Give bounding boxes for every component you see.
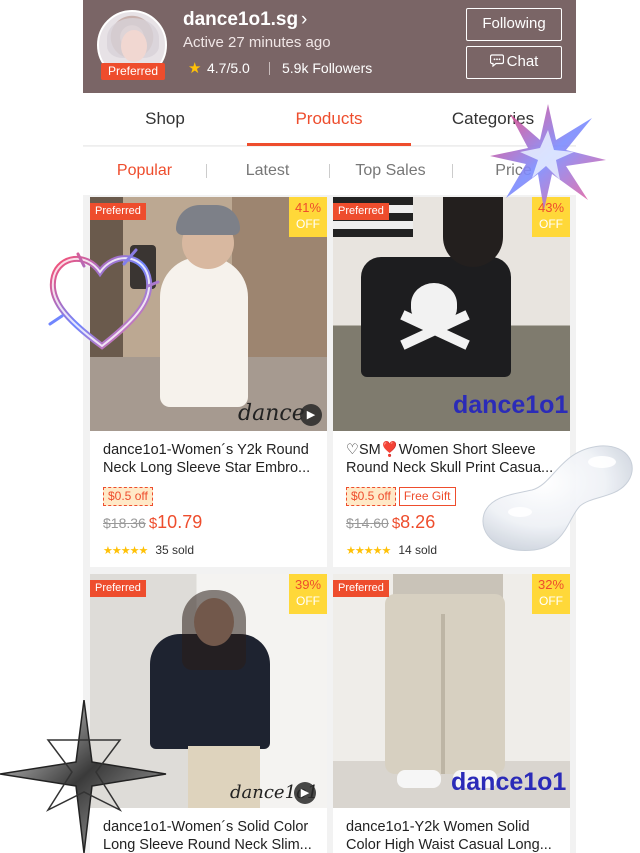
sale-price: 8.26	[400, 512, 436, 532]
discount-off: OFF	[296, 217, 320, 231]
chevron-right-icon[interactable]: ›	[301, 9, 307, 31]
silver-star-sticker	[0, 700, 167, 853]
voucher-tag: $0.5 off	[103, 487, 153, 506]
sold-count: 14 sold	[398, 543, 438, 557]
avatar-face	[121, 30, 147, 62]
discount-badge: 32% OFF	[532, 574, 570, 614]
product-image[interactable]: Preferred 43% OFF dance1o1	[333, 197, 570, 431]
rating-sold-row: ★★★★★ 35 sold	[103, 543, 194, 557]
free-gift-tag: Free Gift	[398, 487, 456, 506]
discount-off: OFF	[296, 594, 320, 608]
rating-stars-icon: ★★★★★	[103, 545, 148, 557]
original-price: $14.60	[346, 515, 389, 531]
currency-symbol: $	[391, 515, 401, 532]
discount-off: OFF	[539, 594, 563, 608]
active-status: Active 27 minutes ago	[183, 34, 331, 51]
chat-button[interactable]: Chat	[466, 46, 562, 79]
followers-count: 5.9k Followers	[282, 60, 373, 76]
shop-watermark: dance	[238, 401, 305, 426]
shop-header: Preferred dance1o1.sg › Active 27 minute…	[83, 0, 576, 93]
tab-products[interactable]: Products	[247, 93, 411, 146]
voucher-tag: $0.5 off	[346, 487, 396, 506]
sold-count: 35 sold	[155, 543, 195, 557]
promo-tags: $0.5 off Free Gift	[346, 487, 456, 507]
shop-name[interactable]: dance1o1.sg	[183, 9, 298, 31]
preferred-tag: Preferred	[90, 203, 146, 220]
sort-popular[interactable]: Popular	[83, 147, 206, 195]
discount-percent: 32%	[537, 577, 565, 592]
active-tab-underline	[247, 143, 411, 146]
play-icon[interactable]: ▶	[300, 404, 322, 426]
tab-shop[interactable]: Shop	[83, 93, 247, 146]
glass-blob-sticker	[482, 445, 633, 552]
rating-sold-row: ★★★★★ 14 sold	[346, 543, 437, 557]
sort-latest[interactable]: Latest	[206, 147, 329, 195]
star-icon: ★	[188, 60, 202, 77]
promo-tags: $0.5 off	[103, 487, 153, 507]
sparkle-burst-sticker	[490, 104, 606, 210]
chat-bubble-icon	[489, 54, 504, 68]
chrome-heart-sticker	[48, 248, 160, 350]
currency-symbol: $	[148, 515, 158, 532]
rating-stars-icon: ★★★★★	[346, 545, 391, 557]
discount-badge: 39% OFF	[289, 574, 327, 614]
discount-percent: 39%	[294, 577, 322, 592]
shop-watermark: dance1o1	[451, 768, 567, 796]
preferred-tag: Preferred	[90, 580, 146, 597]
chat-label: Chat	[506, 53, 539, 70]
preferred-tag: Preferred	[333, 203, 389, 220]
product-title[interactable]: dance1o1-Women´s Y2k Round Neck Long Sle…	[103, 441, 318, 477]
price-row: $18.36 $10.79	[103, 512, 202, 533]
original-price: $18.36	[103, 515, 146, 531]
discount-percent: 41%	[294, 200, 322, 215]
following-button[interactable]: Following	[466, 8, 562, 41]
shop-rating: 4.7/5.0	[207, 60, 250, 76]
sort-top-sales[interactable]: Top Sales	[329, 147, 452, 195]
price-row: $14.60 $8.26	[346, 512, 435, 533]
discount-off: OFF	[539, 217, 563, 231]
stats-divider	[269, 62, 270, 75]
sale-price: 10.79	[157, 512, 203, 532]
discount-badge: 41% OFF	[289, 197, 327, 237]
shop-watermark: dance1o1	[453, 391, 569, 419]
product-title[interactable]: dance1o1-Y2k Women Solid Color High Wais…	[346, 818, 561, 853]
preferred-tag: Preferred	[333, 580, 389, 597]
product-card[interactable]: Preferred 32% OFF dance1o1 dance1o1-Y2k …	[333, 574, 570, 853]
play-icon[interactable]: ▶	[294, 782, 316, 804]
product-image[interactable]: Preferred 32% OFF dance1o1	[333, 574, 570, 808]
preferred-badge: Preferred	[101, 63, 165, 80]
